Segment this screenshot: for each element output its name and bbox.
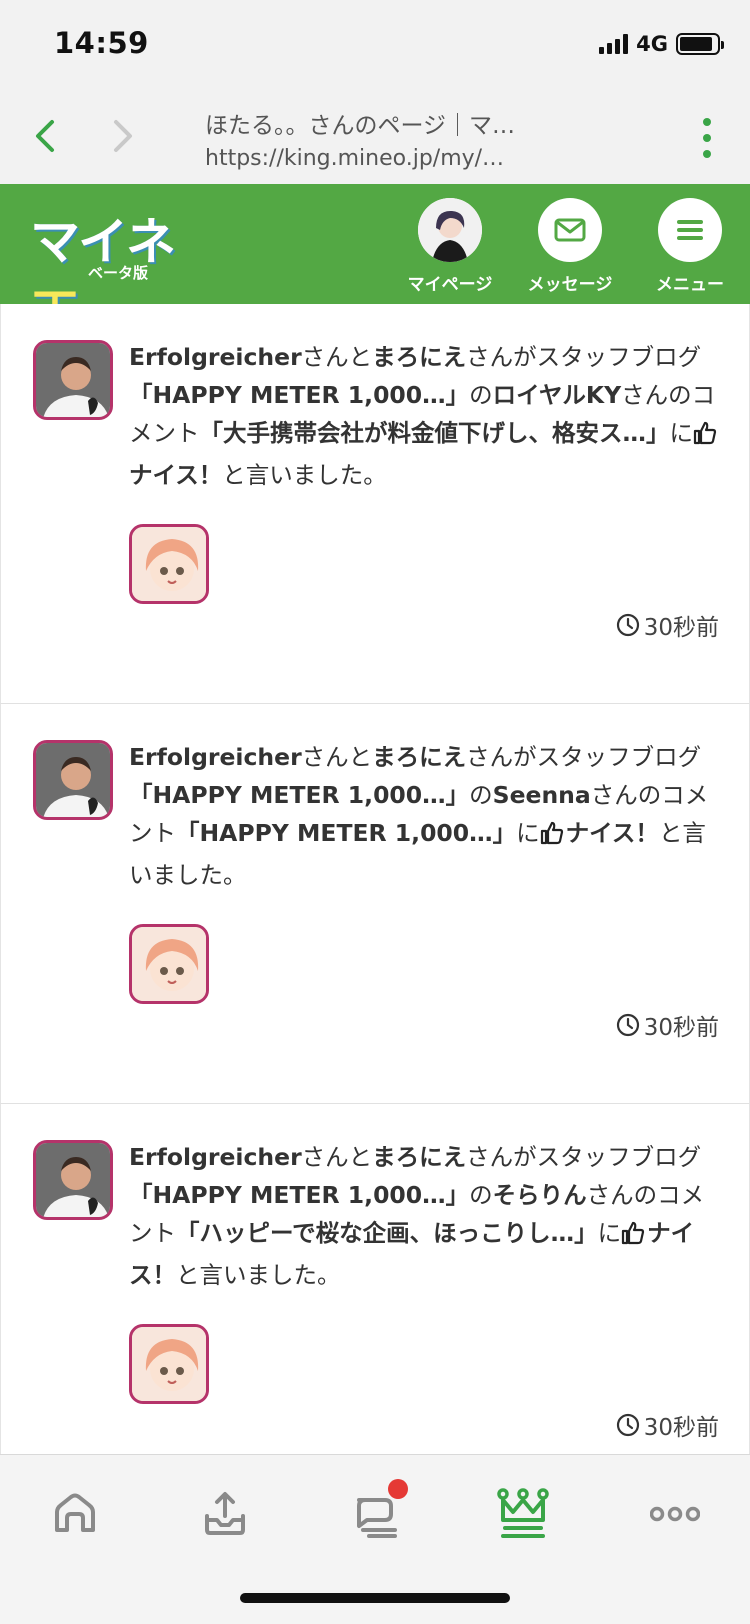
blog-title-link[interactable]: 「HAPPY METER 1,000…」 xyxy=(129,1181,469,1209)
actor-name[interactable]: まろにえ xyxy=(372,1143,466,1171)
feed-item-text: Erfolgreicherさんとまろにえさんがスタッフブログ「HAPPY MET… xyxy=(129,343,717,489)
feed-item[interactable]: Erfolgreicherさんとまろにえさんがスタッフブログ「HAPPY MET… xyxy=(0,1104,750,1454)
page-url: https://king.mineo.jp/my/… xyxy=(205,146,505,171)
actor-avatar[interactable] xyxy=(33,740,113,820)
anime-avatar-icon xyxy=(132,527,206,601)
tab-king[interactable] xyxy=(488,1479,558,1549)
crown-icon xyxy=(497,1488,549,1538)
forward-button[interactable] xyxy=(102,112,142,160)
liker-avatar[interactable] xyxy=(129,1324,209,1404)
mail-icon xyxy=(554,218,586,242)
nice-label: ナイス！ xyxy=(565,819,659,847)
blog-title-link[interactable]: 「HAPPY METER 1,000…」 xyxy=(129,381,469,409)
actor-name[interactable]: Erfolgreicher xyxy=(129,743,302,771)
chevron-left-icon xyxy=(36,120,54,152)
clock-icon xyxy=(616,1013,639,1037)
thumbs-up-icon xyxy=(693,418,717,456)
tab-home[interactable] xyxy=(40,1479,110,1549)
site-logo[interactable]: マイネ王 ベータ版 xyxy=(30,202,202,343)
person-photo-icon xyxy=(36,743,110,817)
tab-community[interactable] xyxy=(340,1479,410,1549)
home-indicator[interactable] xyxy=(240,1593,510,1603)
chevron-right-icon xyxy=(114,120,132,152)
actor-name[interactable]: まろにえ xyxy=(372,743,466,771)
anime-avatar-icon xyxy=(132,927,206,1001)
battery-icon xyxy=(676,33,724,55)
activity-feed: Erfolgreicherさんとまろにえさんがスタッフブログ「HAPPY MET… xyxy=(0,304,750,1454)
address-bar[interactable]: ほたる。。さんのページ｜マ… https://king.mineo.jp/my/… xyxy=(205,106,625,171)
status-time: 14:59 xyxy=(54,26,149,60)
commenter-name[interactable]: ロイヤルKY xyxy=(493,381,622,409)
person-photo-icon xyxy=(36,343,110,417)
tab-more[interactable] xyxy=(640,1479,710,1549)
blog-title-link[interactable]: 「HAPPY METER 1,000…」 xyxy=(129,781,469,809)
signal-icon xyxy=(599,34,629,54)
actor-name[interactable]: Erfolgreicher xyxy=(129,1143,302,1171)
feed-item[interactable]: Erfolgreicherさんとまろにえさんがスタッフブログ「HAPPY MET… xyxy=(0,704,750,1104)
timestamp: 30秒前 xyxy=(616,1008,719,1042)
timestamp: 30秒前 xyxy=(616,1408,719,1442)
more-options-icon[interactable] xyxy=(700,118,714,158)
feed-item-text: Erfolgreicherさんとまろにえさんがスタッフブログ「HAPPY MET… xyxy=(129,1143,705,1289)
message-label: メッセージ xyxy=(527,275,613,295)
anime-avatar-icon xyxy=(132,1327,206,1401)
liker-avatar[interactable] xyxy=(129,524,209,604)
page-title: ほたる。。さんのページ｜マ… xyxy=(205,113,516,139)
feed-item-text: Erfolgreicherさんとまろにえさんがスタッフブログ「HAPPY MET… xyxy=(129,743,709,889)
person-photo-icon xyxy=(36,1143,110,1217)
actor-avatar[interactable] xyxy=(33,340,113,420)
hamburger-icon xyxy=(677,220,703,240)
thumbs-up-icon xyxy=(540,818,564,856)
status-indicators: 4G xyxy=(599,32,724,56)
clock-icon xyxy=(616,1413,639,1437)
notification-badge xyxy=(388,1479,408,1499)
comment-link[interactable]: 「大手携帯会社が料金値下げし、格安ス…」 xyxy=(200,419,670,447)
thumbs-up-icon xyxy=(621,1218,645,1256)
network-type: 4G xyxy=(636,32,668,56)
logo-beta-label: ベータ版 xyxy=(88,264,149,282)
browser-toolbar: ほたる。。さんのページ｜マ… https://king.mineo.jp/my/… xyxy=(0,92,750,184)
menu-label: メニュー xyxy=(656,275,724,295)
comment-link[interactable]: 「ハッピーで桜な企画、ほっこりし…」 xyxy=(176,1219,598,1247)
commenter-name[interactable]: Seenna xyxy=(493,781,591,809)
message-button[interactable]: メッセージ xyxy=(515,198,625,295)
upload-tray-icon xyxy=(205,1492,245,1535)
liker-avatar[interactable] xyxy=(129,924,209,1004)
feed-item[interactable]: Erfolgreicherさんとまろにえさんがスタッフブログ「HAPPY MET… xyxy=(0,304,750,704)
status-bar: 14:59 4G xyxy=(0,0,750,92)
commenter-name[interactable]: そらりん xyxy=(493,1181,587,1209)
home-icon xyxy=(55,1493,95,1532)
bottom-tab-bar xyxy=(0,1454,750,1624)
comment-link[interactable]: 「HAPPY METER 1,000…」 xyxy=(176,819,516,847)
site-header: マイネ王 ベータ版 マイページ メッセージ xyxy=(0,184,750,343)
actor-name[interactable]: まろにえ xyxy=(372,343,466,371)
mypage-button[interactable]: マイページ xyxy=(395,198,505,295)
back-button[interactable] xyxy=(26,112,66,160)
avatar-illustration-icon xyxy=(418,198,482,262)
menu-button[interactable]: メニュー xyxy=(635,198,745,295)
mypage-label: マイページ xyxy=(407,275,493,295)
actor-avatar[interactable] xyxy=(33,1140,113,1220)
tab-post[interactable] xyxy=(190,1479,260,1549)
actor-name[interactable]: Erfolgreicher xyxy=(129,343,302,371)
more-icon xyxy=(650,1506,700,1522)
nice-label: ナイス！ xyxy=(129,461,223,489)
clock-icon xyxy=(616,613,639,637)
timestamp: 30秒前 xyxy=(616,608,719,642)
user-avatar xyxy=(418,198,482,262)
